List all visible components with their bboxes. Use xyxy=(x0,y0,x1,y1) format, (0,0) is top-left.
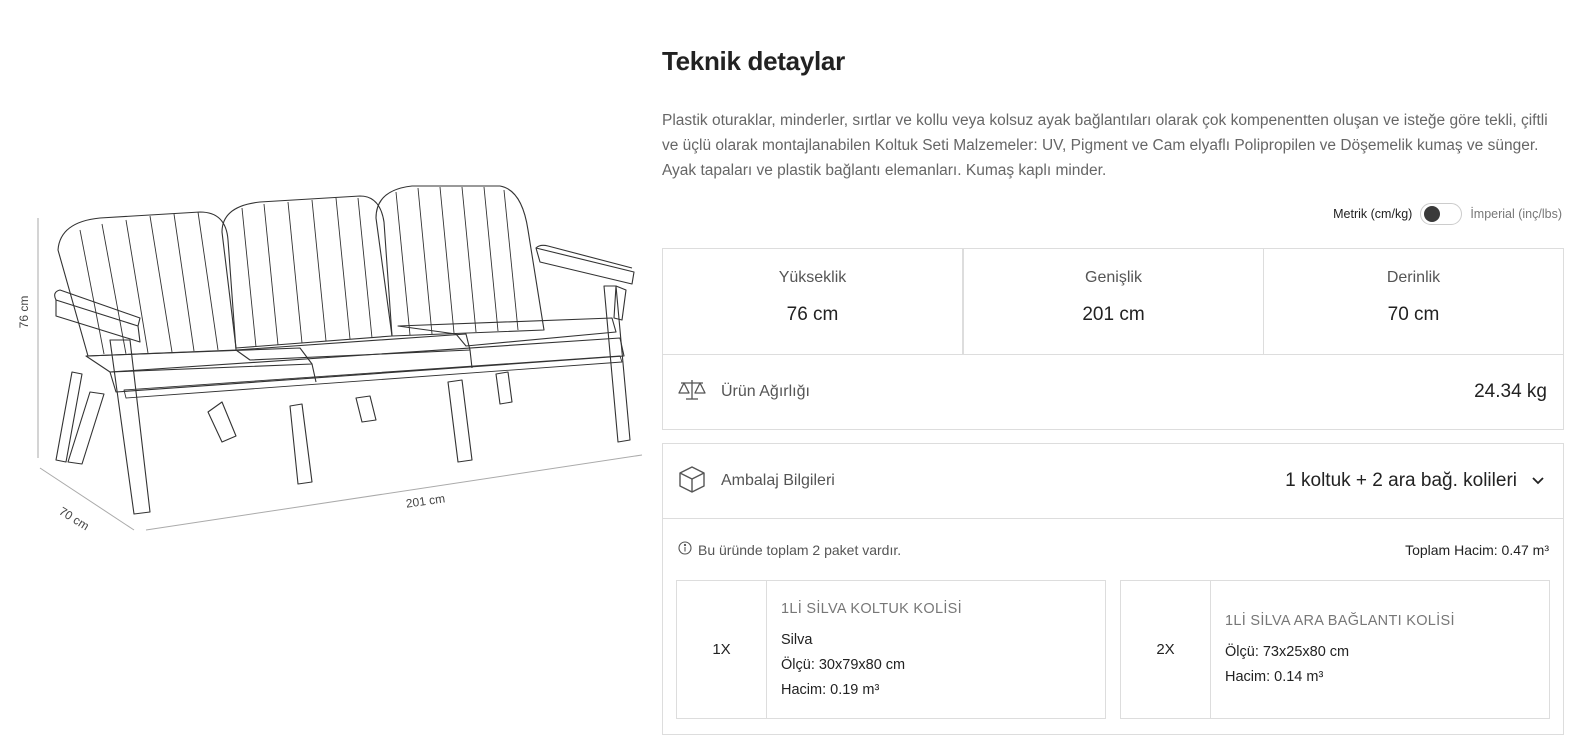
packaging-label: Ambalaj Bilgileri xyxy=(721,472,835,489)
dimension-depth: Derinlik 70 cm xyxy=(1264,249,1563,354)
packaging-dropdown[interactable]: 1 koltuk + 2 ara bağ. kolileri xyxy=(1285,470,1545,492)
package-boxes: 1X 1Lİ SİLVA KOLTUK KOLİSİ Silva Ölçü: 3… xyxy=(676,580,1551,719)
info-icon xyxy=(678,541,692,558)
dimension-width: Genişlik 201 cm xyxy=(964,249,1264,354)
box-line: Silva xyxy=(781,631,813,648)
package-box: 2X 1Lİ SİLVA ARA BAĞLANTI KOLİSİ Ölçü: 7… xyxy=(1120,580,1550,719)
box-line: Ölçü: 73x25x80 cm xyxy=(1225,644,1350,660)
package-count-text: Bu üründe toplam 2 paket vardır. xyxy=(698,541,902,558)
box-line: Hacim: 0.19 m³ xyxy=(781,681,880,698)
dimension-label: Derinlik xyxy=(1386,269,1441,286)
metric-label: Metrik (cm/kg) xyxy=(1333,207,1413,221)
imperial-label: İmperial (inç/lbs) xyxy=(1470,207,1562,221)
unit-switch[interactable] xyxy=(1420,203,1463,225)
switch-knob xyxy=(1424,206,1441,222)
width-dimension-label: 201 cm xyxy=(405,491,446,510)
dimension-value: 70 cm xyxy=(1387,304,1440,325)
package-summary: Bu üründe toplam 2 paket vardır. Toplam … xyxy=(663,519,1563,558)
height-dimension-label: 76 cm xyxy=(17,296,31,329)
box-quantity: 2X xyxy=(1121,581,1211,718)
packaging-selected-option: 1 koltuk + 2 ara bağ. kolileri xyxy=(1285,470,1517,491)
box-icon xyxy=(677,465,707,498)
sofa-arms xyxy=(54,244,635,343)
section-title: Teknik detaylar xyxy=(662,46,845,76)
dimension-value: 76 cm xyxy=(786,304,839,325)
weight-label: Ürün Ağırlığı xyxy=(721,383,810,400)
weight-value: 24.34 kg xyxy=(1474,381,1547,402)
box-details: 1Lİ SİLVA ARA BAĞLANTI KOLİSİ Ölçü: 73x2… xyxy=(1211,581,1455,718)
packaging-section: Ambalaj Bilgileri 1 koltuk + 2 ara bağ. … xyxy=(662,443,1564,735)
box-details: 1Lİ SİLVA KOLTUK KOLİSİ Silva Ölçü: 30x7… xyxy=(767,581,962,718)
box-line: Hacim: 0.14 m³ xyxy=(1225,669,1324,685)
total-volume: Toplam Hacim: 0.47 m³ xyxy=(1405,541,1549,558)
chevron-down-icon xyxy=(1531,470,1545,492)
product-description: Plastik oturaklar, minderler, sırtlar ve… xyxy=(662,112,1548,179)
dimension-height: Yükseklik 76 cm xyxy=(663,249,964,354)
product-weight-row: Ürün Ağırlığı 24.34 kg xyxy=(662,354,1564,430)
dimension-label: Genişlik xyxy=(1085,269,1142,286)
sofa-back xyxy=(57,185,545,357)
depth-dimension-label: 70 cm xyxy=(57,504,92,533)
unit-toggle: Metrik (cm/kg) İmperial (inç/lbs) xyxy=(1333,203,1562,225)
box-quantity: 1X xyxy=(677,581,767,718)
dimension-value: 201 cm xyxy=(1082,304,1145,325)
box-title: 1Lİ SİLVA ARA BAĞLANTI KOLİSİ xyxy=(1225,613,1455,629)
dimension-label: Yükseklik xyxy=(778,269,847,286)
scale-icon xyxy=(677,378,707,407)
package-box: 1X 1Lİ SİLVA KOLTUK KOLİSİ Silva Ölçü: 3… xyxy=(676,580,1106,719)
dimensions-table: Yükseklik 76 cm Genişlik 201 cm Derinlik… xyxy=(662,248,1564,355)
box-title: 1Lİ SİLVA KOLTUK KOLİSİ xyxy=(781,600,962,617)
box-line: Ölçü: 30x79x80 cm xyxy=(781,656,906,673)
packaging-header[interactable]: Ambalaj Bilgileri 1 koltuk + 2 ara bağ. … xyxy=(663,444,1563,519)
product-technical-drawing: 76 cm 70 cm 201 cm xyxy=(0,160,660,580)
